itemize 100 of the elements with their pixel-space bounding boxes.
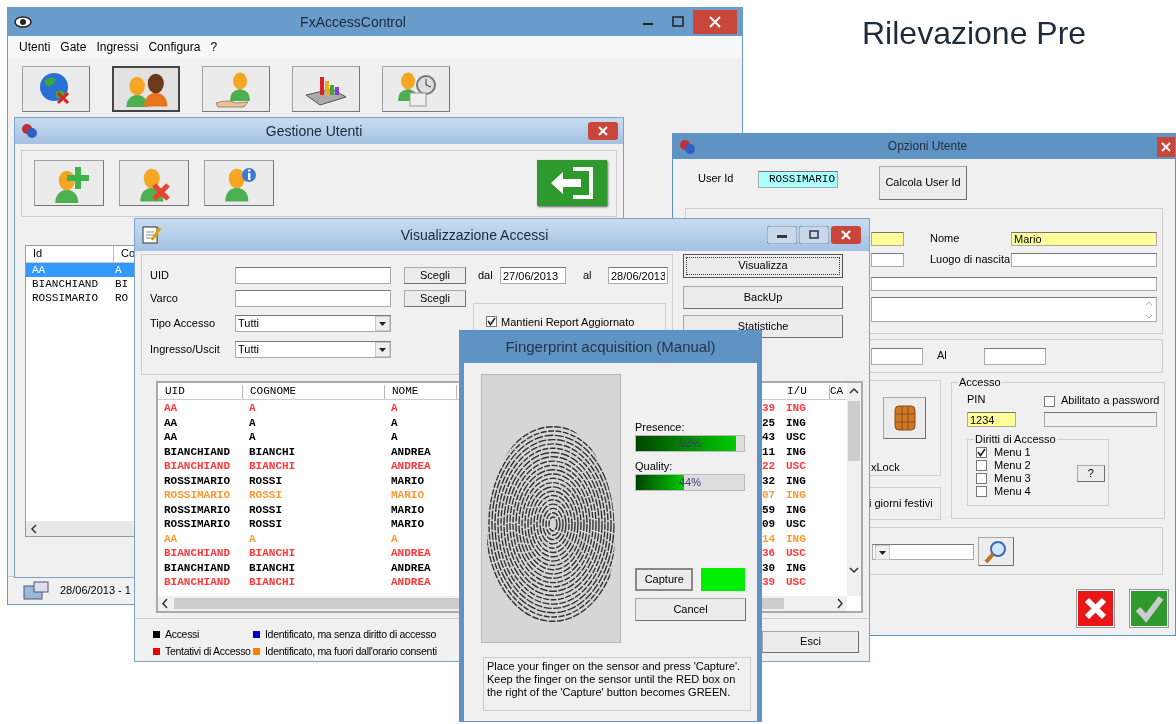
date-from-field[interactable]: 27/06/2013	[500, 267, 566, 284]
menu-item[interactable]: Gate	[55, 39, 92, 55]
column-header[interactable]: Id	[26, 246, 114, 262]
table-cell-text: USC	[785, 459, 807, 474]
scroll-left-icon[interactable]	[30, 523, 38, 534]
table-cell-text: ING	[785, 444, 807, 459]
choose-button[interactable]: Scegli	[404, 267, 466, 284]
action-button[interactable]: BackUp	[683, 286, 843, 309]
menu-item[interactable]: Utenti	[14, 39, 56, 55]
table-cell-text: ROSSI	[248, 488, 283, 503]
menu-item[interactable]: Ingressi	[91, 39, 144, 55]
table-cell-text: ANDREA	[390, 459, 432, 474]
table-cell-text: ROSSIMARIO	[163, 488, 231, 503]
close-icon[interactable]	[693, 10, 737, 34]
table-cell-text: 32	[762, 473, 777, 488]
table-cell-text: BIANCHIAND	[163, 560, 231, 575]
close-icon[interactable]	[1157, 136, 1175, 157]
cancel-button[interactable]	[1076, 589, 1115, 628]
cross-icon	[1078, 591, 1113, 626]
column-header[interactable]: I/U	[780, 385, 830, 399]
toolbar-button[interactable]	[34, 160, 104, 206]
list-cell-text: ROSSIMARIO	[31, 291, 99, 305]
toolbar-button[interactable]	[22, 66, 90, 112]
legend-label: Identificato, ma senza diritto di accesso	[265, 627, 436, 641]
text-field[interactable]	[871, 253, 904, 267]
toolbar-button[interactable]	[382, 66, 450, 112]
toolbar-button[interactable]	[202, 66, 270, 112]
exit-button[interactable]: Esci	[762, 631, 859, 653]
window-title: Fingerprint acquisition (Manual)	[504, 338, 717, 356]
table-cell-text: 14	[762, 531, 777, 546]
calc-user-id-button[interactable]: Calcola User Id	[879, 166, 967, 200]
toolbar-button[interactable]	[204, 160, 274, 206]
column-header[interactable]: UID	[158, 385, 243, 399]
toolbar-button[interactable]	[112, 66, 180, 112]
date-from-field[interactable]	[871, 347, 923, 365]
user-id-field[interactable]: ROSSIMARIO	[758, 170, 838, 188]
field-label: Nome	[930, 232, 961, 246]
column-header[interactable]: Co	[114, 246, 133, 262]
gate-field[interactable]	[235, 290, 391, 307]
name-field[interactable]: Mario	[1011, 232, 1157, 246]
checkbox[interactable]	[486, 316, 497, 327]
close-icon[interactable]	[831, 226, 861, 244]
cancel-button[interactable]: Cancel	[635, 598, 746, 621]
capture-button[interactable]: Capture	[635, 568, 694, 591]
choose-button[interactable]: Scegli	[404, 290, 466, 307]
uid-field[interactable]	[235, 267, 391, 284]
surname-field[interactable]	[871, 232, 904, 246]
exit-icon[interactable]	[537, 160, 607, 206]
table-cell-text: AA	[163, 531, 179, 546]
window-title: FxAccessControl	[299, 13, 407, 31]
column-header[interactable]: CA	[830, 385, 846, 399]
direction-dropdown[interactable]: Tutti	[235, 341, 391, 358]
menu-item[interactable]: ?	[205, 39, 223, 55]
checkbox-label: Menu 3	[994, 471, 1031, 486]
password-field[interactable]	[1044, 412, 1157, 427]
table-cell-text: BIANCHI	[248, 560, 297, 575]
checkbox[interactable]	[976, 447, 987, 458]
date-to-field[interactable]: 28/06/2013	[608, 267, 668, 284]
app-icon	[20, 121, 40, 141]
caret-icon[interactable]	[375, 342, 390, 357]
access-type-dropdown[interactable]: Tutti	[235, 315, 391, 332]
table-cell-text: BIANCHI	[248, 444, 297, 459]
toolbar-button[interactable]	[292, 66, 360, 112]
notes-field[interactable]	[871, 297, 1157, 322]
column-header[interactable]: COGNOME	[243, 385, 385, 399]
smart-card-button[interactable]	[883, 397, 926, 439]
search-icon	[983, 538, 1009, 565]
minimize-icon[interactable]	[767, 226, 797, 244]
confirm-button[interactable]	[1129, 589, 1169, 628]
legend-label: Tentativi di Accesso	[165, 645, 251, 658]
check-icon	[487, 317, 496, 326]
checkbox[interactable]	[976, 460, 987, 471]
caret-icon[interactable]	[875, 544, 890, 560]
action-button[interactable]: Visualizza	[683, 254, 843, 278]
toolbar-button[interactable]	[119, 160, 189, 206]
address-field[interactable]	[871, 277, 1157, 291]
table-cell-text: ING	[785, 560, 807, 575]
pin-field[interactable]: 1234	[967, 412, 1016, 427]
maximize-icon[interactable]	[799, 226, 829, 244]
birthplace-field[interactable]	[1011, 253, 1157, 267]
checkbox[interactable]	[1044, 395, 1055, 407]
column-header[interactable]: NOME	[385, 385, 457, 399]
list-row[interactable]: BIANCHIAND BI	[26, 277, 134, 291]
list-row[interactable]: ROSSIMARIO RO	[26, 291, 134, 305]
close-icon[interactable]	[588, 122, 618, 140]
list-cell-text: RO	[114, 291, 130, 305]
search-button[interactable]	[978, 537, 1014, 566]
date-to-field[interactable]	[984, 347, 1046, 365]
help-button[interactable]: ?	[1076, 465, 1105, 482]
field-label: Al	[937, 349, 948, 363]
field-label: Luogo di nascita	[930, 253, 1011, 267]
checkbox[interactable]	[976, 486, 987, 497]
table-cell-text: A	[390, 415, 399, 430]
menu-item[interactable]: Configura	[143, 39, 206, 55]
table-cell-text: BIANCHIAND	[163, 546, 231, 561]
caret-icon[interactable]	[375, 316, 390, 331]
dropdown[interactable]	[872, 544, 974, 560]
check-icon	[1131, 591, 1167, 626]
checkbox[interactable]	[976, 473, 987, 484]
table-cell-text: 11	[762, 444, 777, 459]
